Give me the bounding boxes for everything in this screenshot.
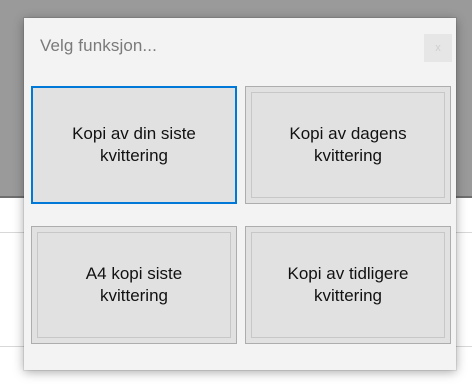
button-label: Kopi av dagens kvittering bbox=[289, 124, 407, 165]
button-label: A4 kopi siste kvittering bbox=[85, 264, 183, 305]
dialog-title: Velg funksjon... bbox=[40, 36, 157, 55]
close-button[interactable]: x bbox=[424, 34, 452, 62]
function-button-grid: Kopi av din siste kvittering Kopi av dag… bbox=[31, 86, 451, 366]
a4-copy-last-receipt-button[interactable]: A4 kopi siste kvittering bbox=[31, 226, 237, 344]
copy-last-receipt-button[interactable]: Kopi av din siste kvittering bbox=[31, 86, 237, 204]
close-icon: x bbox=[435, 41, 441, 54]
function-select-dialog: Velg funksjon... x Kopi av din siste kvi… bbox=[24, 18, 456, 370]
copy-earlier-receipt-button[interactable]: Kopi av tidligere kvittering bbox=[245, 226, 451, 344]
button-label: Kopi av tidligere kvittering bbox=[287, 264, 409, 305]
copy-todays-receipt-button[interactable]: Kopi av dagens kvittering bbox=[245, 86, 451, 204]
button-label: Kopi av din siste kvittering bbox=[72, 124, 196, 165]
